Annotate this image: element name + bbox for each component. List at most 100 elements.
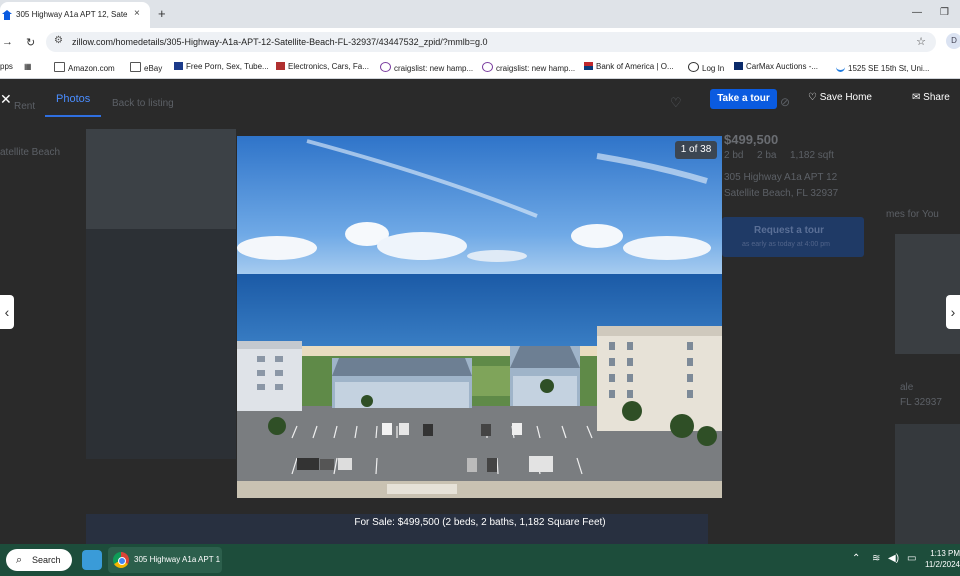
bookmarks-bar: pps ▦ Amazon.com eBay Free Porn, Sex, Tu… xyxy=(0,56,960,79)
windows-taskbar: ⌕ Search 305 Highway A1a APT 12 ⌃ ≋ ◀) ▭… xyxy=(0,544,960,576)
bookmark-label: 1525 SE 15th St, Uni... xyxy=(848,64,930,73)
bg-request-tour-button: Request a tour as early as today at 4:00… xyxy=(722,217,864,257)
background-photo-left-lower xyxy=(86,229,236,459)
previous-photo-button[interactable]: ‹ xyxy=(0,295,14,329)
profile-avatar[interactable]: D xyxy=(946,33,960,49)
bookmark-label: eBay xyxy=(144,64,163,73)
clock-date: 11/2/2024 xyxy=(925,560,960,569)
minimize-icon[interactable]: — xyxy=(912,7,922,18)
bookmark-site-x[interactable]: Free Porn, Sex, Tube... xyxy=(174,62,269,71)
bg-heart-icon: ♡ xyxy=(670,95,682,110)
bg-right-label-2: FL 32937 xyxy=(900,397,942,408)
zillow-page: Rent atellite Beach $499,500 2 bd 2 ba 1… xyxy=(0,79,960,544)
photo-counter-badge: 1 of 38 xyxy=(675,141,717,159)
tab-title: 305 Highway A1a APT 12, Satellite xyxy=(16,10,128,19)
tab-close-icon[interactable]: × xyxy=(134,8,140,19)
bg-sqft: 1,182 sqft xyxy=(790,150,834,161)
save-home-button[interactable]: ♡ Save Home xyxy=(808,92,872,103)
folder-icon xyxy=(130,62,141,72)
taskbar-clock[interactable]: 1:13 PM 11/2/2024 xyxy=(924,548,960,570)
next-photo-button[interactable]: › xyxy=(946,295,960,329)
listing-photo[interactable] xyxy=(237,136,722,498)
blue-swoosh-icon xyxy=(836,62,845,72)
save-home-label: Save Home xyxy=(819,92,872,103)
taskbar-search-label: Search xyxy=(32,555,61,565)
bg-request-tour-label: Request a tour xyxy=(754,225,825,236)
bg-block-icon: ⊘ xyxy=(780,95,791,109)
bookmark-craigslist-2[interactable]: craigslist: new hamp... xyxy=(482,62,575,73)
new-tab-button[interactable]: + xyxy=(158,6,166,21)
bookmark-label: Electronics, Cars, Fa... xyxy=(288,62,369,71)
bookmark-1525[interactable]: 1525 SE 15th St, Uni... xyxy=(836,62,929,73)
taskbar-chrome-window[interactable]: 305 Highway A1a APT 12 xyxy=(108,547,222,573)
bookmark-craigslist-1[interactable]: craigslist: new hamp... xyxy=(380,62,473,73)
bookmark-ebay[interactable]: eBay xyxy=(130,62,162,73)
bookmark-login[interactable]: Log In xyxy=(688,62,724,73)
bg-price: $499,500 xyxy=(724,132,779,147)
zillow-favicon-icon xyxy=(2,10,12,20)
bg-homes-for-you: mes for You xyxy=(886,209,939,220)
active-tab-underline xyxy=(45,115,101,117)
bookmark-label: Amazon.com xyxy=(68,64,115,73)
x-site-icon xyxy=(174,62,183,70)
bg-address-1: 305 Highway A1a APT 12 xyxy=(724,172,838,183)
url-text[interactable]: zillow.com/homedetails/305-Highway-A1a-A… xyxy=(72,37,487,47)
taskbar-app-icon[interactable] xyxy=(82,550,102,570)
omnibox[interactable]: ⚙ zillow.com/homedetails/305-Highway-A1a… xyxy=(46,32,936,52)
browser-tab-strip: 305 Highway A1a APT 12, Satellite × + — … xyxy=(0,0,960,28)
bookmark-label: craigslist: new hamp... xyxy=(394,64,474,73)
clock-time: 1:13 PM xyxy=(930,549,960,558)
reload-icon[interactable]: ↻ xyxy=(26,36,35,49)
bg-rent-label: Rent xyxy=(14,101,36,112)
wifi-icon[interactable]: ≋ xyxy=(872,553,880,564)
address-bar-row: → ↻ ⚙ zillow.com/homedetails/305-Highway… xyxy=(0,28,960,56)
browser-tab-active[interactable]: 305 Highway A1a APT 12, Satellite × xyxy=(0,2,150,28)
tray-chevron-up-icon[interactable]: ⌃ xyxy=(852,553,860,564)
bg-address-2: Satellite Beach, FL 32937 xyxy=(724,188,839,199)
taskbar-search-button[interactable]: ⌕ Search xyxy=(6,549,72,571)
bookmark-label: pps xyxy=(0,62,13,71)
site-info-icon[interactable]: ⚙ xyxy=(54,35,63,46)
taskbar-chrome-label: 305 Highway A1a APT 12 xyxy=(134,555,220,564)
globe-icon xyxy=(688,62,699,72)
bookmark-amazon[interactable]: Amazon.com xyxy=(54,62,115,73)
background-thumb-right xyxy=(895,234,960,354)
heart-icon: ♡ xyxy=(808,92,820,103)
bookmark-bofa[interactable]: Bank of America | O... xyxy=(584,62,674,71)
share-button[interactable]: ✉ Share xyxy=(912,92,950,103)
bookmark-carmax[interactable]: CarMax Auctions -... xyxy=(734,62,818,71)
photo-caption: For Sale: $499,500 (2 beds, 2 baths, 1,1… xyxy=(354,517,606,528)
peace-icon xyxy=(380,62,391,72)
chrome-icon xyxy=(113,552,129,568)
bookmark-star-icon[interactable]: ☆ xyxy=(916,35,926,48)
aerial-beach-photo xyxy=(237,136,722,498)
bg-location-label: atellite Beach xyxy=(0,147,61,158)
carmax-icon xyxy=(734,62,743,70)
bg-right-label-1: ale xyxy=(900,382,914,393)
site-icon xyxy=(276,62,285,70)
tab-photos[interactable]: Photos xyxy=(56,93,90,105)
bookmark-label: CarMax Auctions -... xyxy=(746,62,819,71)
battery-icon[interactable]: ▭ xyxy=(907,553,916,564)
bookmark-electronics[interactable]: Electronics, Cars, Fa... xyxy=(276,62,369,71)
take-tour-button[interactable]: Take a tour xyxy=(710,89,777,109)
envelope-icon: ✉ xyxy=(912,92,924,103)
bg-beds: 2 bd xyxy=(724,150,744,161)
bofa-icon xyxy=(584,62,593,70)
apps-grid-icon[interactable]: ▦ xyxy=(24,62,32,71)
restore-icon[interactable]: ❐ xyxy=(940,7,949,18)
bookmark-label: craigslist: new hamp... xyxy=(496,64,576,73)
search-icon: ⌕ xyxy=(16,554,23,566)
forward-arrow-icon[interactable]: → xyxy=(2,36,13,48)
share-label: Share xyxy=(923,92,950,103)
volume-icon[interactable]: ◀) xyxy=(888,553,899,564)
close-icon[interactable]: ✕ xyxy=(0,91,12,108)
back-to-listing-link[interactable]: Back to listing xyxy=(112,98,174,109)
bookmark-label: Free Porn, Sex, Tube... xyxy=(186,62,269,71)
peace-icon xyxy=(482,62,493,72)
bookmark-label: Log In xyxy=(702,64,725,73)
bookmark-apps[interactable]: pps xyxy=(0,62,13,71)
bg-request-sub-label: as early as today at 4:00 pm xyxy=(742,241,830,248)
bookmark-label: Bank of America | O... xyxy=(596,62,674,71)
folder-icon xyxy=(54,62,65,72)
